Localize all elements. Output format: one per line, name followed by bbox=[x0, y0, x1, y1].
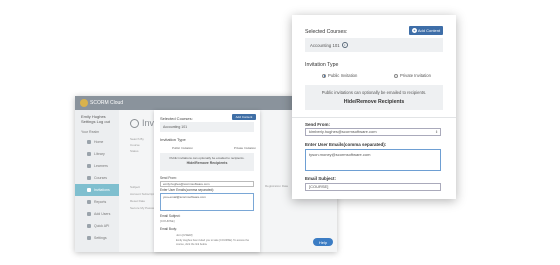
reports-icon bbox=[87, 200, 91, 204]
invitation-type-radios: Public Invitation Private Invitation bbox=[172, 146, 256, 150]
user-links[interactable]: Settings Log out bbox=[81, 119, 110, 124]
sidebar-item-home[interactable]: Home bbox=[81, 136, 119, 148]
sidebar-item-invitations[interactable]: Invitations bbox=[75, 184, 119, 196]
course-name: Accounting 101 bbox=[310, 42, 340, 48]
public-invitation-label: Public Invitation bbox=[328, 73, 358, 78]
radio-unselected-icon bbox=[394, 73, 398, 78]
add-content-button[interactable]: Add Content bbox=[232, 114, 256, 120]
api-icon bbox=[87, 224, 91, 228]
send-from-select[interactable]: kimberly.hughes@scormsoftware.com ⇕ bbox=[305, 128, 441, 136]
course-item: Accounting 101 bbox=[160, 122, 254, 132]
public-note-box: Public invitations can optionally be ema… bbox=[160, 153, 254, 171]
sidebar-item-label: Settings bbox=[94, 236, 107, 240]
sidebar-item-label: Add Users bbox=[94, 212, 111, 216]
home-icon bbox=[87, 140, 91, 144]
sidebar-item-label: Learners bbox=[94, 164, 108, 168]
emails-textarea[interactable]: tyson.money@scormsoftware.com bbox=[305, 149, 441, 171]
add-content-label: Add Content bbox=[417, 28, 441, 33]
user-info: Emily Hughes Settings Log out bbox=[81, 114, 110, 124]
sidebar-item-reports[interactable]: Reports bbox=[81, 196, 119, 208]
emails-textarea[interactable]: you+email@scormsoftware.com bbox=[160, 193, 254, 211]
subject-label: Email Subject: bbox=[305, 176, 337, 181]
private-invitation-radio[interactable]: Private Invitation bbox=[234, 146, 256, 150]
sidebar-item-label: Quick API bbox=[94, 224, 110, 228]
app-logo[interactable]: SCORM Cloud bbox=[80, 99, 123, 107]
invitation-panel-small: Selected Courses: Add Content Accounting… bbox=[154, 110, 260, 252]
sidebar-item-add-users[interactable]: Add Users bbox=[81, 208, 119, 220]
body-label: Email Body: bbox=[160, 227, 178, 231]
logo-text: SCORM Cloud bbox=[90, 100, 124, 106]
send-from-value: kimberly.hughes@scormsoftware.com bbox=[309, 129, 377, 134]
sidebar-item-settings[interactable]: Settings bbox=[81, 232, 119, 244]
sidebar-item-courses[interactable]: Courses bbox=[81, 172, 119, 184]
invitations-icon bbox=[87, 188, 91, 192]
learners-icon bbox=[87, 164, 91, 168]
send-from-label: Send From: bbox=[160, 176, 177, 180]
filter-label: Status bbox=[130, 149, 139, 153]
chevron-updown-icon: ⇕ bbox=[435, 130, 438, 134]
cloud-logo-icon bbox=[80, 99, 88, 107]
remove-course-icon[interactable]: × bbox=[341, 42, 348, 48]
hide-recipients-link[interactable]: Hide/Remove Recipients bbox=[187, 161, 228, 165]
public-note-box: Public invitations can optionally be ema… bbox=[305, 85, 443, 110]
gear-icon bbox=[87, 236, 91, 240]
plus-icon: + bbox=[411, 28, 417, 33]
public-invitation-radio[interactable]: Public Invitation bbox=[172, 146, 193, 150]
subject-label: Email Subject: bbox=[160, 214, 181, 218]
selected-course-box: Accounting 101 × bbox=[305, 38, 443, 52]
filter-labels: Search By Course Status bbox=[130, 136, 144, 154]
public-invitation-radio[interactable]: Public Invitation bbox=[322, 73, 357, 78]
private-invitation-radio[interactable]: Private Invitation bbox=[394, 73, 431, 78]
invitation-type-title: Invitation Type bbox=[305, 62, 339, 68]
body-line-2[interactable]: Emily Hughes has invited you to take [CO… bbox=[176, 239, 256, 247]
sidebar-item-library[interactable]: Library bbox=[81, 148, 119, 160]
selected-courses-title: Selected Courses: bbox=[160, 116, 193, 121]
invitation-type-title: Invitation Type bbox=[160, 137, 186, 142]
emails-label: Enter User Emails(comma separated): bbox=[160, 188, 215, 192]
selected-courses-title: Selected Courses: bbox=[305, 29, 348, 35]
add-content-button[interactable]: + Add Content bbox=[409, 26, 443, 35]
add-users-icon bbox=[87, 212, 91, 216]
radio-selected-icon bbox=[322, 73, 326, 78]
send-from-label: Send From: bbox=[305, 122, 331, 127]
sidebar-nav: Home Library Learners Courses Invitation… bbox=[75, 136, 119, 244]
subject-input[interactable]: [COURSE] bbox=[305, 183, 441, 191]
send-from-select[interactable]: emily.hughes@scormsoftware.com bbox=[160, 181, 254, 187]
column-header: Registration Date bbox=[265, 184, 289, 188]
sidebar-item-label: Home bbox=[94, 140, 104, 144]
library-icon bbox=[87, 152, 91, 156]
nav-section-label: Your Realm bbox=[81, 130, 100, 134]
body-line-1[interactable]: Join [USER]: bbox=[176, 233, 193, 237]
subject-value[interactable]: [COURSE] bbox=[160, 219, 175, 223]
sidebar-item-label: Reports bbox=[94, 200, 107, 204]
hide-recipients-link[interactable]: Hide/Remove Recipients bbox=[305, 99, 443, 105]
sidebar-item-label: Invitations bbox=[94, 188, 110, 192]
invitation-panel-zoomed: Selected Courses: + Add Content Accounti… bbox=[292, 15, 456, 199]
public-note-text: Public invitations can optionally be ema… bbox=[321, 90, 427, 95]
help-button[interactable]: Help bbox=[313, 238, 333, 246]
sidebar-item-learners[interactable]: Learners bbox=[81, 160, 119, 172]
course-item: Accounting 101 × bbox=[310, 42, 348, 48]
sidebar: Emily Hughes Settings Log out Your Realm… bbox=[75, 110, 119, 252]
sidebar-item-label: Courses bbox=[94, 176, 108, 180]
sidebar-item-quick-api[interactable]: Quick API bbox=[81, 220, 119, 232]
emails-label: Enter User Emails(comma separated): bbox=[305, 142, 387, 147]
courses-icon bbox=[87, 176, 91, 180]
private-invitation-label: Private Invitation bbox=[400, 73, 431, 78]
divider bbox=[292, 117, 456, 118]
sidebar-item-label: Library bbox=[94, 152, 105, 156]
invitations-icon bbox=[130, 118, 139, 128]
